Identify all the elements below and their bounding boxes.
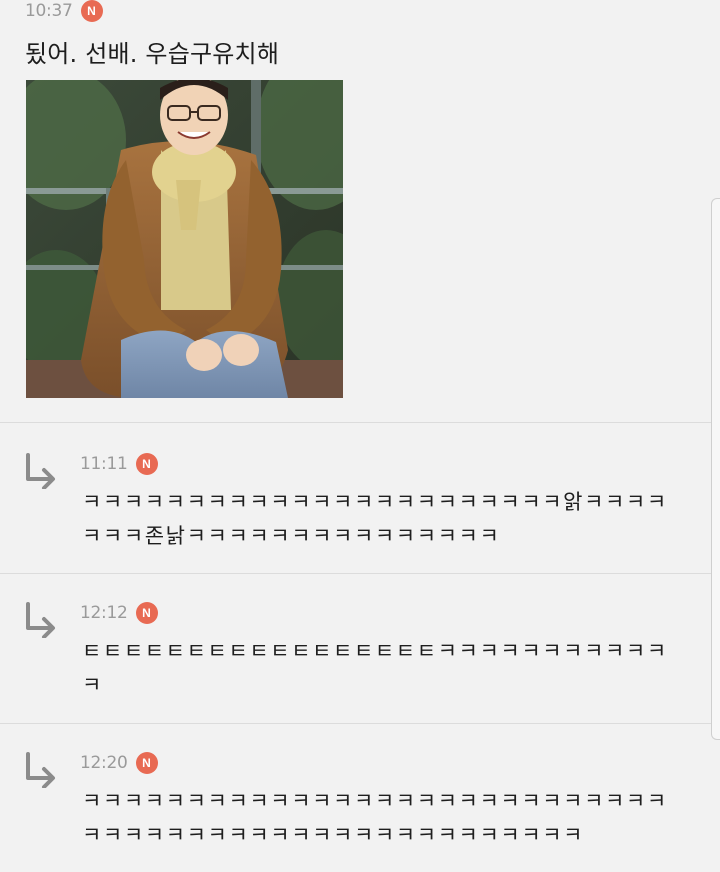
reply-time: 12:20 (80, 753, 128, 773)
post-meta: 10:37 N (25, 0, 103, 22)
reply-arrow-icon (26, 602, 55, 638)
reply-arrow-icon (26, 752, 55, 788)
new-badge-icon: N (80, 0, 103, 22)
post-text: 됬어. 선배. 우습구유치해 (25, 40, 280, 68)
reply-meta: 12:12 N (80, 602, 158, 624)
new-badge-icon: N (135, 453, 158, 475)
reply-meta: 11:11 N (80, 453, 158, 475)
reply-meta: 12:20 N (80, 752, 158, 774)
reply-time: 12:12 (80, 603, 128, 623)
comment-thread: 10:37 N 됬어. 선배. 우습구유치해 11:11 N ㅋㅋㅋㅋㅋㅋㅋㅋㅋ… (0, 0, 720, 872)
new-badge-icon: N (135, 752, 158, 774)
reply-text: ㅌㅌㅌㅌㅌㅌㅌㅌㅌㅌㅌㅌㅌㅌㅌㅌㅌㅋㅋㅋㅋㅋㅋㅋㅋㅋㅋㅋㅋ (82, 639, 668, 697)
reply-item: 12:12 N ㅌㅌㅌㅌㅌㅌㅌㅌㅌㅌㅌㅌㅌㅌㅌㅌㅌㅋㅋㅋㅋㅋㅋㅋㅋㅋㅋㅋㅋ (0, 574, 720, 723)
reply-time: 11:11 (80, 454, 128, 474)
post-photo[interactable] (26, 80, 343, 398)
main-post: 10:37 N 됬어. 선배. 우습구유치해 (0, 0, 720, 422)
reply-item: 11:11 N ㅋㅋㅋㅋㅋㅋㅋㅋㅋㅋㅋㅋㅋㅋㅋㅋㅋㅋㅋㅋㅋㅋㅋ앍ㅋㅋㅋㅋㅋㅋㅋ존… (0, 423, 720, 573)
new-badge-icon: N (135, 602, 158, 624)
reply-arrow-icon (26, 453, 55, 489)
reply-text: ㅋㅋㅋㅋㅋㅋㅋㅋㅋㅋㅋㅋㅋㅋㅋㅋㅋㅋㅋㅋㅋㅋㅋㅋㅋㅋㅋㅋㅋㅋㅋㅋㅋㅋㅋㅋㅋㅋㅋㅋ… (82, 789, 668, 847)
scroll-edge[interactable] (711, 198, 720, 740)
photo-person-icon (26, 80, 343, 398)
post-time: 10:37 (25, 1, 73, 21)
reply-text: ㅋㅋㅋㅋㅋㅋㅋㅋㅋㅋㅋㅋㅋㅋㅋㅋㅋㅋㅋㅋㅋㅋㅋ앍ㅋㅋㅋㅋㅋㅋㅋ존낡ㅋㅋㅋㅋㅋㅋㅋ… (82, 490, 668, 548)
reply-item: 12:20 N ㅋㅋㅋㅋㅋㅋㅋㅋㅋㅋㅋㅋㅋㅋㅋㅋㅋㅋㅋㅋㅋㅋㅋㅋㅋㅋㅋㅋㅋㅋㅋㅋ… (0, 724, 720, 872)
